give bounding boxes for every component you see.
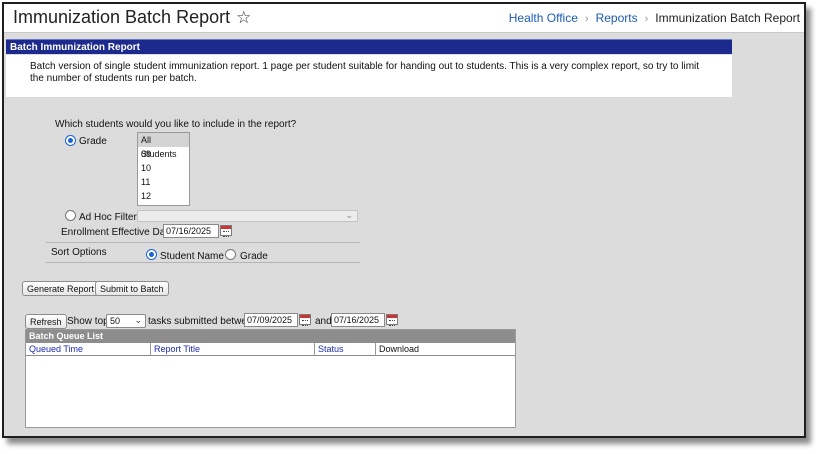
grade-listbox[interactable]: All Students 09 10 11 12 [137,132,190,206]
grade-option-10[interactable]: 10 [138,161,189,175]
batch-queue-list: Batch Queue List Queued Time Report Titl… [25,329,516,428]
adhoc-filter-radio[interactable] [65,210,76,221]
grade-radio[interactable] [65,135,76,146]
column-download: Download [379,344,420,354]
chevron-down-icon: ⌄ [134,315,142,325]
app-window: Immunization Batch Report ☆ Health Office… [2,2,806,438]
tasks-submitted-label: tasks submitted between [148,316,259,327]
submit-to-batch-button[interactable]: Submit to Batch [95,281,169,296]
calendar-icon[interactable] [299,314,311,326]
divider [46,242,360,243]
show-top-select[interactable]: 50 ⌄ [106,314,146,328]
show-top-label: Show top [67,316,109,327]
sort-grade-radio[interactable] [225,249,236,260]
refresh-button[interactable]: Refresh [25,314,67,329]
page-title: Immunization Batch Report [13,7,231,27]
show-top-value: 50 [110,316,121,326]
breadcrumb: Health Office › Reports › Immunization Batch… [509,11,800,25]
chevron-right-icon: › [584,13,589,25]
calendar-icon[interactable] [386,314,398,326]
grade-radio-label: Grade [79,136,107,147]
batch-queue-title: Batch Queue List [26,330,515,343]
grade-option-all-students[interactable]: All Students [138,133,189,159]
sort-student-name-label: Student Name [160,251,224,262]
report-banner: Batch Immunization Report [6,39,732,54]
grade-option-11[interactable]: 11 [138,175,189,189]
queue-date-to-input[interactable] [331,313,385,327]
divider [46,262,360,263]
enrollment-date-input[interactable] [163,224,219,238]
students-question: Which students would you like to include… [55,119,297,130]
queue-date-from-input[interactable] [244,313,298,327]
and-label: and [315,316,332,327]
sort-student-name-radio[interactable] [146,249,157,260]
batch-queue-header: Queued Time Report Title Status Download [26,343,515,356]
star-icon[interactable]: ☆ [236,8,251,27]
enrollment-date-label: Enrollment Effective Date [61,227,174,238]
calendar-icon[interactable] [220,225,232,237]
column-status[interactable]: Status [315,343,376,356]
breadcrumb-current: Immunization Batch Report [655,11,800,25]
adhoc-filter-select[interactable]: ⌄ [137,210,358,222]
sort-options-label: Sort Options [51,247,107,258]
column-report-title[interactable]: Report Title [151,343,315,356]
generate-report-button[interactable]: Generate Report [22,281,100,296]
chevron-down-icon: ⌄ [345,210,353,220]
chevron-right-icon: › [644,13,649,25]
breadcrumb-reports[interactable]: Reports [596,11,638,25]
grade-option-12[interactable]: 12 [138,189,189,203]
column-queued-time[interactable]: Queued Time [26,343,151,356]
breadcrumb-health-office[interactable]: Health Office [509,11,578,25]
report-description: Batch version of single student immuniza… [6,55,732,97]
sort-grade-label: Grade [240,251,268,262]
adhoc-filter-label: Ad Hoc Filter [79,212,137,223]
page-header: Immunization Batch Report ☆ Health Office… [4,4,804,33]
